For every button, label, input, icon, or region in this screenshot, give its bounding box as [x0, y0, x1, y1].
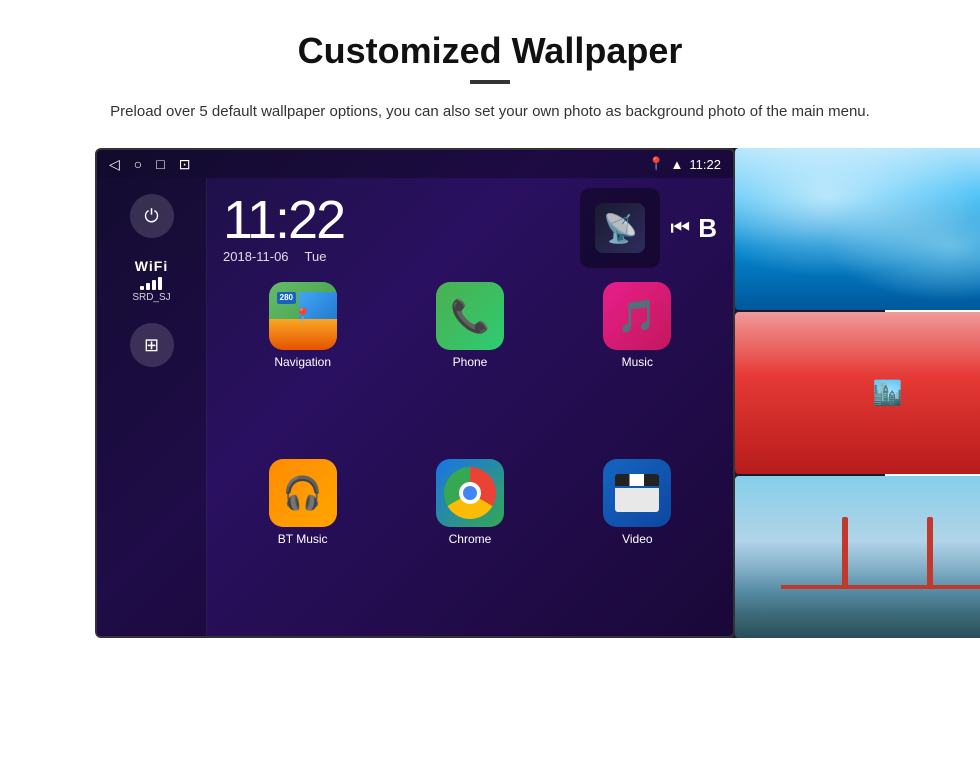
app-item-navigation[interactable]: 280 📍 Navigation: [223, 282, 382, 451]
app-item-video[interactable]: Video: [558, 459, 717, 628]
thumb2-content: 🏙️: [735, 312, 980, 474]
center-area: 11:22 2018-11-06 Tue 📡: [207, 178, 733, 636]
prev-track-icon[interactable]: ⏮: [670, 215, 690, 241]
radio-waves-icon: 📡: [603, 212, 638, 245]
radio-icon: 📡: [595, 203, 645, 253]
wallpaper-thumb-bridge[interactable]: CarSetting: [735, 476, 980, 638]
app-item-music[interactable]: 🎵 Music: [558, 282, 717, 451]
chrome-outer-ring: [444, 467, 496, 519]
clock-info: 11:22 2018-11-06 Tue: [223, 193, 564, 264]
nav-badge: 280: [277, 292, 296, 304]
app-label-chrome: Chrome: [449, 532, 492, 546]
media-controls: ⏮ B: [670, 213, 717, 244]
home-icon[interactable]: ○: [134, 156, 142, 172]
wallpaper-panel: 🏙️ CarSetting: [735, 148, 980, 638]
wifi-bar-3: [152, 280, 156, 290]
bridge-deck: [781, 585, 980, 589]
chrome-inner-circle: [459, 482, 481, 504]
location-icon: 📍: [648, 156, 664, 172]
music-icon: 🎵: [603, 282, 671, 350]
screenshot-icon[interactable]: ⊡: [179, 156, 191, 173]
navigation-icon: 280 📍: [269, 282, 337, 350]
app-label-phone: Phone: [453, 355, 488, 369]
wifi-bar-4: [158, 277, 162, 290]
title-divider: [470, 80, 510, 84]
app-label-video: Video: [622, 532, 652, 546]
phone-icon: 📞: [436, 282, 504, 350]
back-icon[interactable]: ◁: [109, 156, 120, 173]
clock-widgets: 📡 ⏮ B: [580, 188, 717, 268]
status-bar-right: 📍 ▲ 11:22: [648, 156, 721, 172]
wifi-bars: [132, 276, 170, 290]
app-label-bt-music: BT Music: [278, 532, 328, 546]
power-button[interactable]: ⏻: [130, 194, 174, 238]
page-title: Customized Wallpaper: [60, 30, 920, 72]
clock-time: 11:22: [223, 193, 564, 247]
android-screen: ◁ ○ □ ⊡ 📍 ▲ 11:22 ⏻ WiFi: [95, 148, 735, 638]
screen-content: ⏻ WiFi SRD_SJ ⊞: [97, 178, 733, 636]
video-icon: [603, 459, 671, 527]
nav-marker-icon: 📍: [294, 307, 311, 324]
clock-date: 2018-11-06 Tue: [223, 249, 564, 264]
page-description: Preload over 5 default wallpaper options…: [100, 100, 880, 124]
apps-button[interactable]: ⊞: [130, 323, 174, 367]
status-time: 11:22: [689, 157, 721, 172]
music-glyph: 🎵: [617, 297, 657, 335]
device-frame: ◁ ○ □ ⊡ 📍 ▲ 11:22 ⏻ WiFi: [95, 148, 885, 638]
red-wallpaper-indicator: 🏙️: [873, 379, 903, 408]
radio-widget[interactable]: 📡: [580, 188, 660, 268]
wallpaper-thumb-ice[interactable]: [735, 148, 980, 310]
wifi-bar-2: [146, 283, 150, 290]
clock-date-value: 2018-11-06: [223, 249, 289, 264]
ice-texture: [735, 148, 980, 310]
bt-music-icon: 🎧: [269, 459, 337, 527]
clock-day-value: Tue: [305, 249, 327, 264]
bridge-tower-right: [927, 517, 933, 590]
clap-bottom: [615, 488, 659, 512]
app-item-chrome[interactable]: Chrome: [390, 459, 549, 628]
clock-area: 11:22 2018-11-06 Tue 📡: [207, 178, 733, 276]
wifi-label: WiFi: [132, 258, 170, 274]
clap-top: [615, 474, 659, 486]
wifi-ssid: SRD_SJ: [132, 292, 170, 303]
artist-initial: B: [698, 213, 717, 244]
app-item-bt-music[interactable]: 🎧 BT Music: [223, 459, 382, 628]
recents-icon[interactable]: □: [156, 156, 164, 172]
phone-glyph: 📞: [450, 297, 490, 335]
bridge-tower-left: [842, 517, 848, 590]
app-grid: 280 📍 Navigation 📞 Phone: [207, 276, 733, 636]
page-container: Customized Wallpaper Preload over 5 defa…: [0, 0, 980, 658]
wifi-bar-1: [140, 286, 144, 290]
wifi-info: WiFi SRD_SJ: [132, 258, 170, 303]
status-bar: ◁ ○ □ ⊡ 📍 ▲ 11:22: [97, 150, 733, 178]
app-item-phone[interactable]: 📞 Phone: [390, 282, 549, 451]
bt-glyph: 🎧: [283, 474, 323, 512]
wallpaper-thumb-red[interactable]: 🏙️: [735, 312, 980, 474]
left-sidebar: ⏻ WiFi SRD_SJ ⊞: [97, 178, 207, 636]
app-label-navigation: Navigation: [274, 355, 331, 369]
app-label-music: Music: [622, 355, 653, 369]
signal-icon: ▲: [671, 157, 684, 172]
clapboard-icon: [615, 474, 659, 512]
chrome-icon: [436, 459, 504, 527]
status-bar-left: ◁ ○ □ ⊡: [109, 156, 190, 173]
bridge-scene: [735, 476, 980, 638]
